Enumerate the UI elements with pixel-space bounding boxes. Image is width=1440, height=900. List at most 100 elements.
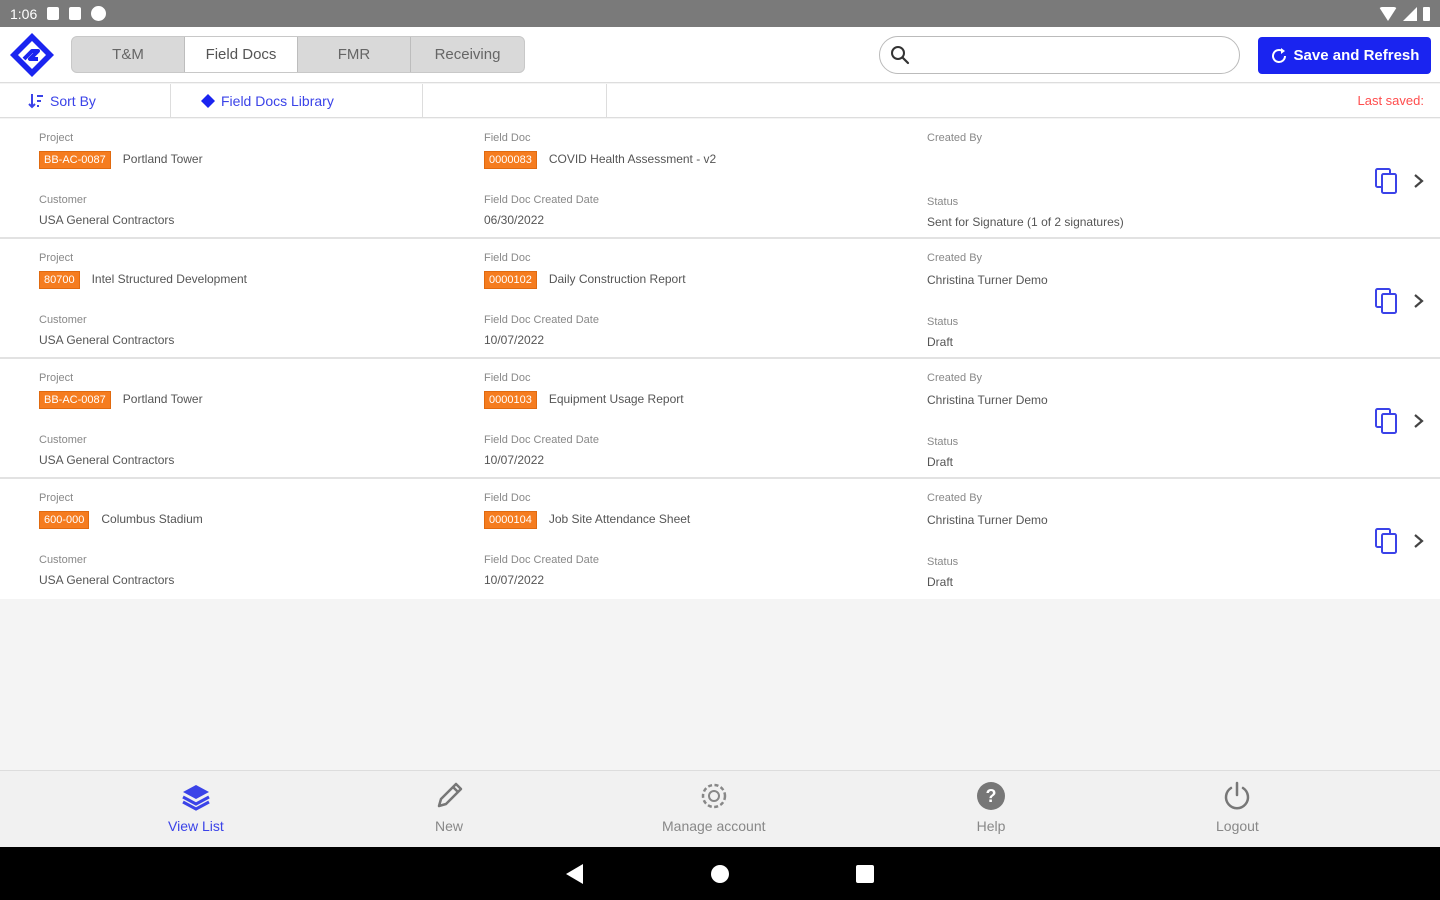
- status-value: Draft: [927, 455, 954, 469]
- field-doc-label: Field Doc: [484, 252, 531, 264]
- library-tag-icon: [201, 93, 215, 108]
- copy-icon[interactable]: [1374, 167, 1398, 195]
- field-doc-code-badge: 0000104: [484, 511, 537, 529]
- signal-icon: [1403, 6, 1417, 21]
- status-label: Status: [927, 316, 959, 328]
- project-label: Project: [39, 252, 74, 264]
- created-by: Christina Turner Demo: [927, 393, 1048, 407]
- chevron-right-icon[interactable]: [1412, 293, 1426, 309]
- customer-label: Customer: [39, 194, 87, 206]
- battery-icon: [1423, 6, 1430, 21]
- table-row[interactable]: Project 600-000 Columbus Stadium Customer…: [0, 479, 1440, 599]
- customer-label: Customer: [39, 434, 87, 446]
- nav-new-label: New: [434, 818, 463, 834]
- tab-field-docs[interactable]: Field Docs: [185, 37, 298, 72]
- status-value: Draft: [927, 335, 954, 349]
- chevron-right-icon[interactable]: [1412, 533, 1426, 549]
- nav-help[interactable]: ? Help: [974, 779, 1008, 834]
- nav-view-list[interactable]: View List: [168, 779, 224, 834]
- field-doc-code-badge: 0000102: [484, 271, 537, 289]
- list-toolbar: Sort By Field Docs Library Last saved:: [0, 84, 1440, 118]
- app-header: T&M Field Docs FMR Receiving Save and Re…: [0, 27, 1440, 83]
- sd-card-icon: [69, 7, 82, 20]
- created-date: 10/07/2022: [484, 453, 545, 467]
- field-docs-list: Project BB-AC-0087 Portland Tower Custome…: [0, 119, 1440, 599]
- field-doc-name: Job Site Attendance Sheet: [548, 512, 691, 526]
- svg-text:?: ?: [986, 786, 997, 806]
- status-label: Status: [927, 196, 959, 208]
- created-by: Christina Turner Demo: [927, 273, 1048, 287]
- created-by-label: Created By: [927, 132, 983, 144]
- tab-tm[interactable]: T&M: [72, 37, 185, 72]
- tab-fmr[interactable]: FMR: [298, 37, 411, 72]
- accessibility-icon: [91, 6, 107, 21]
- created-date: 10/07/2022: [484, 333, 545, 347]
- nav-view-list-label: View List: [168, 818, 224, 834]
- project-label: Project: [39, 492, 74, 504]
- nav-new[interactable]: New: [432, 779, 466, 834]
- created-date-label: Field Doc Created Date: [484, 434, 599, 446]
- project-code-badge: BB-AC-0087: [39, 391, 111, 409]
- field-doc-code-badge: 0000103: [484, 391, 537, 409]
- android-navigation-bar: [0, 847, 1440, 900]
- android-status-bar: 1:06: [0, 0, 1440, 27]
- field-docs-library-button[interactable]: Field Docs Library: [171, 84, 423, 117]
- customer-name: USA General Contractors: [39, 333, 175, 347]
- nav-logout-label: Logout: [1216, 818, 1259, 834]
- nav-logout[interactable]: Logout: [1216, 779, 1259, 834]
- project-code-badge: 80700: [39, 271, 80, 289]
- notification-icon: [47, 7, 60, 20]
- project-code-badge: BB-AC-0087: [39, 151, 111, 169]
- copy-icon[interactable]: [1374, 287, 1398, 315]
- copy-icon[interactable]: [1374, 527, 1398, 555]
- created-by-label: Created By: [927, 372, 983, 384]
- back-icon[interactable]: [566, 864, 583, 884]
- search-input[interactable]: [916, 37, 1239, 73]
- status-value: Draft: [927, 575, 954, 589]
- app-logo-icon[interactable]: [8, 31, 56, 79]
- created-date-label: Field Doc Created Date: [484, 554, 599, 566]
- copy-icon[interactable]: [1374, 407, 1398, 435]
- created-date: 06/30/2022: [484, 213, 545, 227]
- tab-receiving[interactable]: Receiving: [411, 37, 524, 72]
- customer-name: USA General Contractors: [39, 573, 175, 587]
- sort-icon: [28, 93, 43, 108]
- chevron-right-icon[interactable]: [1412, 173, 1426, 189]
- created-by-label: Created By: [927, 492, 983, 504]
- search-icon: [891, 46, 910, 65]
- home-icon[interactable]: [711, 865, 729, 883]
- project-name: Columbus Stadium: [101, 512, 203, 526]
- created-by-label: Created By: [927, 252, 983, 264]
- chevron-right-icon[interactable]: [1412, 413, 1426, 429]
- created-date: 10/07/2022: [484, 573, 545, 587]
- status-label: Status: [927, 556, 959, 568]
- bottom-navigation: View List New Manage account ? Help Logo…: [0, 770, 1440, 847]
- sort-by-label: Sort By: [50, 92, 96, 109]
- field-docs-library-label: Field Docs Library: [221, 92, 334, 109]
- field-doc-label: Field Doc: [484, 492, 531, 504]
- save-and-refresh-button[interactable]: Save and Refresh: [1258, 37, 1431, 74]
- table-row[interactable]: Project 80700 Intel Structured Developmen…: [0, 239, 1440, 359]
- save-and-refresh-label: Save and Refresh: [1293, 47, 1420, 64]
- table-row[interactable]: Project BB-AC-0087 Portland Tower Custome…: [0, 119, 1440, 239]
- customer-name: USA General Contractors: [39, 213, 175, 227]
- customer-name: USA General Contractors: [39, 453, 175, 467]
- customer-label: Customer: [39, 314, 87, 326]
- power-icon: [1225, 781, 1250, 810]
- module-tabs: T&M Field Docs FMR Receiving: [71, 36, 525, 73]
- toolbar-spacer: [423, 84, 607, 117]
- refresh-icon: [1271, 47, 1286, 63]
- table-row[interactable]: Project BB-AC-0087 Portland Tower Custome…: [0, 359, 1440, 479]
- field-doc-name: COVID Health Assessment - v2: [548, 152, 717, 166]
- created-date-label: Field Doc Created Date: [484, 194, 599, 206]
- created-by: Christina Turner Demo: [927, 513, 1048, 527]
- project-name: Portland Tower: [122, 392, 203, 406]
- sort-by-button[interactable]: Sort By: [0, 84, 171, 117]
- project-name: Portland Tower: [122, 152, 203, 166]
- field-doc-name: Equipment Usage Report: [548, 392, 684, 406]
- last-saved-text: Last saved:: [1357, 93, 1425, 108]
- nav-manage-account[interactable]: Manage account: [662, 779, 766, 834]
- help-icon: ?: [977, 782, 1005, 810]
- field-doc-name: Daily Construction Report: [548, 272, 686, 286]
- recent-apps-icon[interactable]: [856, 865, 874, 883]
